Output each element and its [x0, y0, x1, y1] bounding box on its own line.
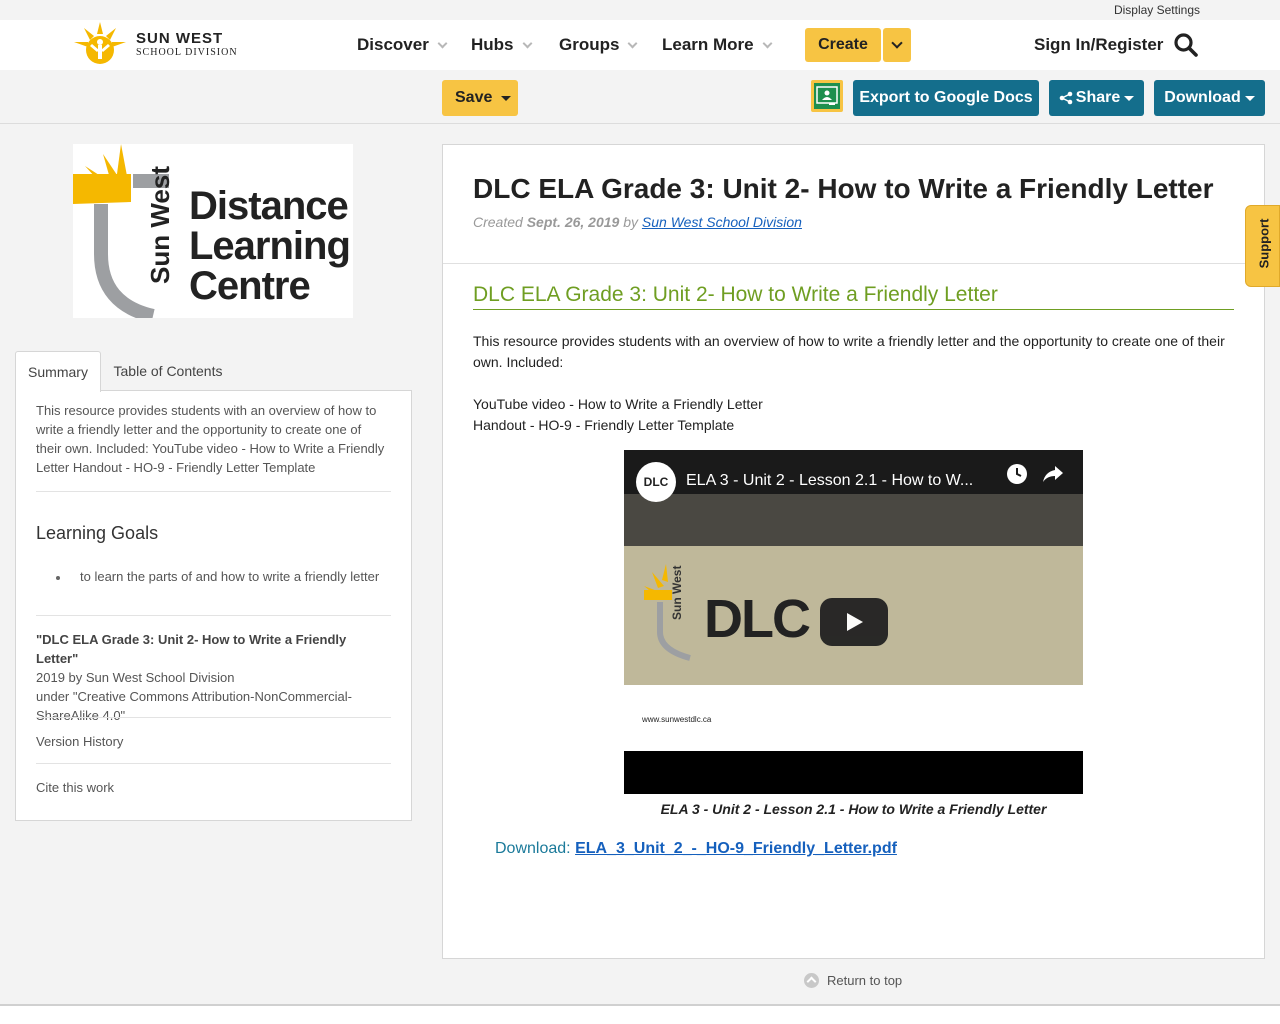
video-caption: ELA 3 - Unit 2 - Lesson 2.1 - How to Wri…	[660, 801, 1047, 817]
display-settings-link[interactable]: Display Settings	[1114, 3, 1200, 17]
attribution-title: "DLC ELA Grade 3: Unit 2- How to Write a…	[36, 632, 347, 666]
share-button[interactable]: Share	[1049, 80, 1144, 116]
author-link[interactable]: Sun West School Division	[642, 214, 802, 230]
logo-word-1: Distance	[189, 184, 349, 228]
save-button[interactable]: Save	[442, 80, 518, 116]
intro-paragraph: This resource provides students with an …	[473, 333, 1225, 370]
brand-subtitle: SCHOOL DIVISION	[136, 46, 238, 58]
resource-content: DLC ELA Grade 3: Unit 2- How to Write a …	[442, 144, 1265, 959]
bullet-icon	[56, 575, 60, 580]
channel-avatar[interactable]: DLC	[636, 462, 676, 502]
arrow-up-icon	[804, 973, 819, 988]
google-classroom-icon	[814, 83, 840, 109]
tab-summary[interactable]: Summary	[15, 351, 101, 392]
youtube-video-embed[interactable]: DLC ELA 3 - Unit 2 - Lesson 2.1 - How to…	[624, 450, 1083, 794]
download-button[interactable]: Download	[1154, 80, 1265, 116]
share-icon	[1059, 91, 1073, 105]
search-icon[interactable]	[1173, 32, 1199, 58]
share-icon[interactable]	[1042, 464, 1064, 484]
page-title: DLC ELA Grade 3: Unit 2- How to Write a …	[473, 173, 1214, 204]
play-icon	[847, 613, 863, 631]
learning-goal-item: to learn the parts of and how to write a…	[36, 569, 379, 584]
attribution: "DLC ELA Grade 3: Unit 2- How to Write a…	[36, 630, 391, 725]
summary-panel: This resource provides students with an …	[15, 390, 412, 821]
dlc-logo: Sun West Distance Learning Centre	[73, 144, 353, 323]
attribution-license: under "Creative Commons Attribution-NonC…	[36, 689, 353, 723]
logo-word-3: Centre	[189, 264, 311, 308]
sidebar-tabs: Summary Table of Contents	[15, 351, 412, 392]
download-link-row: Download: ELA_3_Unit_2_-_HO-9_Friendly_L…	[495, 840, 897, 857]
download-file-link[interactable]: ELA_3_Unit_2_-_HO-9_Friendly_Letter.pdf	[575, 840, 897, 857]
included-item-handout: Handout - HO-9 - Friendly Letter Templat…	[473, 417, 735, 433]
nav-hubs[interactable]: Hubs	[471, 20, 532, 70]
site-header: SUN WEST SCHOOL DIVISION Discover Hubs G…	[0, 20, 1280, 70]
sun-logo-icon	[644, 564, 691, 661]
support-tab[interactable]: Support	[1245, 205, 1280, 287]
caret-down-icon	[1244, 95, 1255, 101]
chevron-down-icon	[437, 38, 448, 48]
summary-text: This resource provides students with an …	[36, 403, 385, 475]
utility-bar: Display Settings	[0, 0, 1280, 20]
version-history-link[interactable]: Version History	[36, 734, 123, 749]
cite-work-link[interactable]: Cite this work	[36, 780, 114, 795]
caret-down-icon	[501, 95, 512, 101]
created-date: Sept. 26, 2019	[526, 214, 620, 230]
divider	[443, 263, 1264, 264]
slide-brand-text: DLC	[704, 589, 811, 649]
sun-logo-icon	[70, 20, 130, 68]
action-toolbar: Save Export to Google Docs Share Downloa…	[0, 70, 1280, 124]
learning-goals-heading: Learning Goals	[36, 523, 159, 543]
logo-vertical-text: Sun West	[145, 166, 175, 284]
create-button[interactable]: Create	[805, 28, 881, 62]
play-button[interactable]	[820, 598, 888, 646]
chevron-down-icon	[891, 37, 903, 49]
created-meta: Created Sept. 26, 2019 by Sun West Schoo…	[473, 214, 802, 230]
create-dropdown-button[interactable]	[883, 28, 911, 62]
tab-table-of-contents[interactable]: Table of Contents	[103, 351, 233, 391]
brand-name: SUN WEST	[136, 29, 224, 47]
chevron-down-icon	[522, 38, 532, 48]
chevron-down-icon	[628, 38, 638, 48]
export-google-docs-button[interactable]: Export to Google Docs	[853, 80, 1039, 116]
video-title[interactable]: ELA 3 - Unit 2 - Lesson 2.1 - How to W..…	[686, 472, 973, 490]
sign-in-register-link[interactable]: Sign In/Register	[1034, 35, 1163, 55]
footer-edge	[0, 1004, 1280, 1024]
return-to-top-link[interactable]: Return to top	[804, 973, 902, 988]
divider	[36, 763, 391, 764]
caret-down-icon	[1124, 95, 1135, 101]
divider	[36, 491, 391, 492]
divider	[36, 615, 391, 616]
logo-word-2: Learning	[189, 224, 351, 268]
slide-url: www.sunwestdlc.ca	[642, 715, 712, 724]
watch-later-icon[interactable]	[1006, 463, 1028, 485]
google-classroom-button[interactable]	[811, 80, 843, 112]
nav-discover[interactable]: Discover	[357, 20, 448, 70]
nav-groups[interactable]: Groups	[559, 20, 638, 70]
section-heading: DLC ELA Grade 3: Unit 2- How to Write a …	[473, 283, 1234, 310]
divider	[36, 717, 391, 718]
slide-vertical-text: Sun West	[670, 565, 684, 620]
site-logo[interactable]: SUN WEST SCHOOL DIVISION	[70, 20, 250, 68]
included-item-video: YouTube video - How to Write a Friendly …	[473, 396, 763, 412]
nav-learn-more[interactable]: Learn More	[662, 20, 773, 70]
attribution-year-author: 2019 by Sun West School Division	[36, 670, 235, 685]
chevron-down-icon	[762, 38, 773, 48]
